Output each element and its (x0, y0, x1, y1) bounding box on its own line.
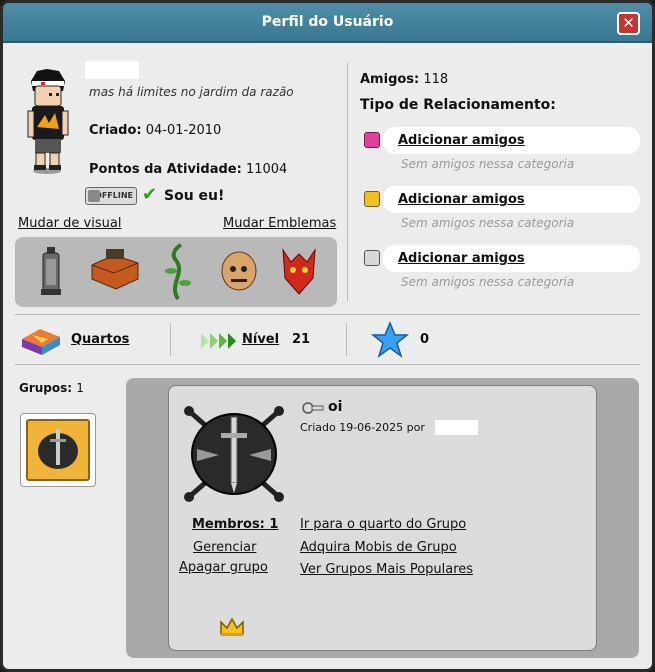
stats-divider-2 (346, 323, 347, 356)
level-value: 21 (292, 332, 311, 347)
smile-icon (364, 191, 380, 207)
profile-window: Perfil do Usuário ✕ mas há limites no ja… (0, 0, 655, 672)
offline-label: OFFLINE (95, 191, 133, 200)
key-icon (302, 402, 324, 414)
window-title: Perfil do Usuário (261, 14, 394, 30)
group-thumbnail[interactable] (20, 413, 96, 487)
group-name: oi (328, 399, 343, 415)
empty-category-heart: Sem amigos nessa categoria (401, 157, 575, 171)
stars-value: 0 (420, 332, 430, 347)
owner-redacted (435, 420, 478, 435)
sofa-icon[interactable] (88, 247, 142, 291)
friends-value: 118 (423, 72, 449, 87)
stone-head-icon[interactable] (220, 249, 258, 293)
motto: mas há limites no jardim da razão (89, 85, 294, 99)
shield-sword-icon (38, 429, 78, 469)
popular-groups-link[interactable]: Ver Grupos Mais Populares (300, 562, 473, 577)
points-label: Pontos da Atividade: (89, 162, 242, 177)
members-link[interactable]: Membros: 1 (192, 517, 278, 532)
friends-count: Amigos: 118 (360, 72, 448, 87)
star-icon (371, 321, 409, 358)
go-to-group-room-link[interactable]: Ir para o quarto do Grupo (300, 517, 466, 532)
manage-group-link[interactable]: Gerenciar (193, 540, 256, 555)
created-value: 04-01-2010 (145, 123, 222, 138)
empty-category-smile: Sem amigos nessa categoria (401, 216, 575, 230)
offline-badge: OFFLINE (85, 187, 137, 205)
level-arrows-icon (201, 333, 236, 349)
groups-count: 1 (76, 381, 84, 395)
group-badge-large (184, 406, 284, 502)
beanstalk-icon[interactable] (163, 243, 193, 301)
red-dragon-icon[interactable] (279, 244, 319, 298)
groups-header: Grupos: 1 (19, 381, 84, 395)
add-friends-link-skull[interactable]: Adicionar amigos (398, 251, 525, 266)
rooms-icon (22, 329, 60, 355)
delete-group-link[interactable]: Apagar grupo (179, 560, 268, 575)
level-link[interactable]: Nível (242, 332, 279, 347)
heart-icon (364, 132, 380, 148)
username-redacted (85, 61, 139, 79)
activity-points: Pontos da Atividade: 11004 (89, 162, 287, 177)
stats-divider-1 (170, 323, 171, 356)
created-label: Criado: (89, 123, 142, 138)
change-look-link[interactable]: Mudar de visual (18, 216, 121, 231)
title-bar[interactable]: Perfil do Usuário ✕ (3, 3, 652, 43)
padlock-icon (88, 190, 100, 202)
badges-panel (15, 237, 337, 307)
groups-label: Grupos: (19, 381, 73, 395)
close-button[interactable]: ✕ (617, 12, 640, 35)
skull-icon (364, 250, 380, 266)
relationship-title: Tipo de Relacionamento: (360, 97, 556, 113)
change-badges-link[interactable]: Mudar Emblemas (223, 216, 336, 231)
group-created: Criado 19-06-2025 por (300, 421, 425, 434)
add-friends-link-heart[interactable]: Adicionar amigos (398, 133, 525, 148)
avatar[interactable] (25, 67, 71, 175)
crown-icon (220, 617, 244, 636)
points-value: 11004 (245, 162, 288, 177)
lantern-icon[interactable] (37, 245, 65, 299)
self-label: Sou eu! (164, 188, 225, 204)
friends-label: Amigos: (360, 72, 420, 87)
checkmark-icon: ✔ (142, 184, 158, 205)
created-date: Criado: 04-01-2010 (89, 123, 221, 138)
divider-bottom (15, 364, 640, 365)
add-friends-link-smile[interactable]: Adicionar amigos (398, 192, 525, 207)
group-badge-small (26, 419, 90, 481)
empty-category-skull: Sem amigos nessa categoria (401, 275, 575, 289)
column-divider (347, 63, 348, 301)
buy-group-furni-link[interactable]: Adquira Mobis de Grupo (300, 540, 457, 555)
divider-top (15, 314, 640, 315)
rooms-link[interactable]: Quartos (71, 332, 129, 347)
